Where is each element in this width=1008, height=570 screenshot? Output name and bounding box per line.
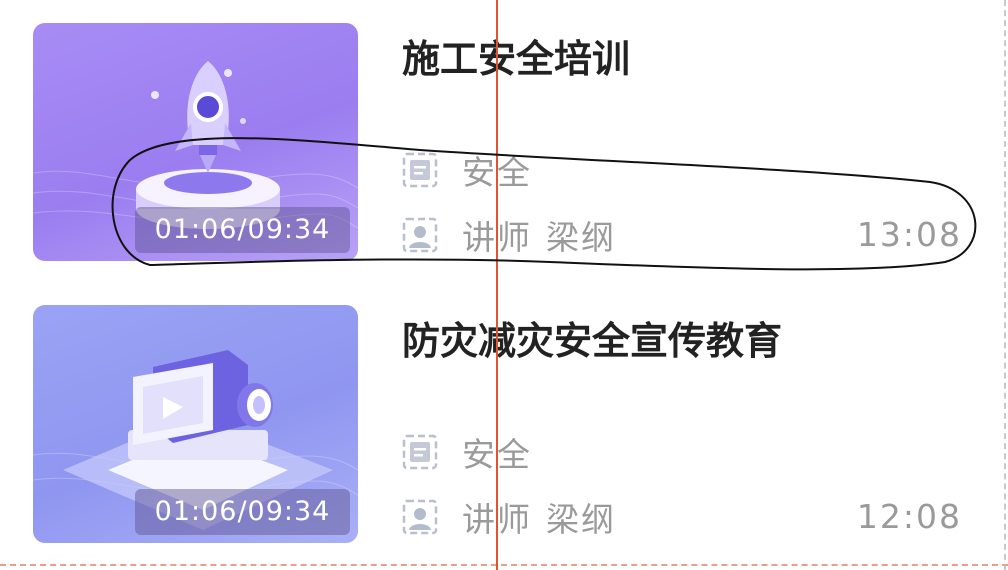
course-teacher-row: 讲师 梁纲 [400,496,616,539]
document-icon [402,434,438,470]
course-thumbnail[interactable]: 01:06/09:34 [33,305,358,543]
document-icon [402,152,438,188]
teacher-name: 梁纲 [546,500,616,539]
course-card[interactable]: 01:06/09:34 防灾减灾安全宣传教育 安全 讲师 梁纲 12:08 [0,282,1000,543]
course-category-row: 安全 [400,149,532,192]
user-icon [402,499,438,535]
video-progress-badge: 01:06/09:34 [135,207,350,253]
layout-guide-dashed-right [1004,0,1006,570]
course-title[interactable]: 防灾减灾安全宣传教育 [402,310,782,365]
course-title[interactable]: 施工安全培训 [402,28,630,83]
course-time: 12:08 [856,497,962,536]
layout-guide-vertical-line [496,0,498,570]
course-time: 13:08 [856,215,962,254]
layout-guide-dashed-bottom [0,564,1008,566]
video-progress-badge: 01:06/09:34 [135,489,350,535]
course-list-page: 01:06/09:34 施工安全培训 安全 讲师 梁纲 13:08 01:06/… [0,0,1008,570]
course-thumbnail[interactable]: 01:06/09:34 [33,23,358,261]
teacher-name: 梁纲 [546,218,616,257]
course-category-row: 安全 [400,431,532,474]
course-teacher-row: 讲师 梁纲 [400,214,616,257]
user-icon [402,217,438,253]
course-card[interactable]: 01:06/09:34 施工安全培训 安全 讲师 梁纲 13:08 [0,0,1000,261]
